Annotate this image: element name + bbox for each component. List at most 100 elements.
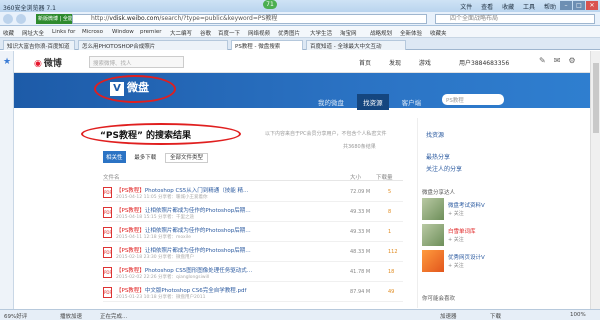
fav-item[interactable]: 全新体验 — [400, 29, 422, 37]
file-name-link[interactable]: 【PS教程】Photoshop CS5从入门到精通（技能 精… — [116, 186, 341, 194]
edit-icon[interactable]: ✎ — [539, 56, 546, 65]
gear-icon[interactable]: ⚙ — [568, 56, 575, 65]
menu-favorites[interactable]: 收藏 — [502, 4, 514, 11]
file-size: 49.33 M — [350, 229, 371, 235]
tab-photoshop[interactable]: 怎么用PHOTOSHOP合成照片 — [78, 40, 228, 50]
favorite-star-icon[interactable]: ★ — [3, 57, 11, 67]
status-accelerator[interactable]: 加速器 — [440, 312, 457, 320]
fav-item[interactable]: premier — [140, 29, 162, 35]
avatar[interactable] — [422, 198, 444, 220]
fav-item[interactable]: 战略规划 — [370, 29, 392, 37]
file-type-select[interactable]: 全部文件类型 — [165, 153, 209, 163]
user-name[interactable]: 白雪单词库 — [448, 227, 476, 235]
weibo-logo[interactable]: ◉ 微博 — [34, 56, 62, 69]
tab-bar: 知识大富吉你浪-百度知道 怎么用PHOTOSHOP合成照片 PS教程 - 微盘搜… — [0, 38, 600, 50]
results-panel: “PS教程” 的搜索结果 以下内容来自于PC会员分享用户，不包含个人私密文件 共… — [95, 118, 407, 308]
fav-item[interactable]: Microso — [82, 29, 103, 35]
tab-baidu-zhidao[interactable]: 知识大富吉你浪-百度知道 — [3, 40, 75, 50]
weibo-header: ◉ 微博 搜索微博、找人 首页 发现 游戏 用户3884683356 ✎ ✉ ⚙ — [14, 51, 600, 73]
browser-sidebar: ★ — [0, 51, 14, 309]
table-row[interactable]: PDF 【PS教程】Photoshop CS5图形图像处理任务驱动式… 2015… — [103, 264, 403, 282]
link-hot-shares[interactable]: 最热分享 — [426, 152, 450, 161]
filter-relevance[interactable]: 相关性 — [103, 151, 126, 163]
weibo-nav-discover[interactable]: 发现 — [389, 60, 401, 67]
mail-icon[interactable]: ✉ — [554, 56, 561, 65]
follow-button[interactable]: + 关注 — [448, 210, 464, 217]
pdf-icon: PDF — [103, 207, 112, 218]
link-followed-shares[interactable]: 关注人的分享 — [426, 164, 462, 173]
close-button[interactable]: ✕ — [586, 1, 598, 10]
fav-item[interactable]: 收藏 — [3, 29, 14, 37]
file-downloads: 112 — [388, 249, 398, 255]
weibo-nav-home[interactable]: 首页 — [359, 60, 371, 67]
fav-item[interactable]: 收藏夹 — [430, 29, 447, 37]
zoom-level[interactable]: 100% — [570, 312, 586, 318]
status-download[interactable]: 下载 — [490, 312, 501, 320]
back-icon[interactable] — [3, 14, 13, 24]
file-name-link[interactable]: 【PS教程】让相依照片都成为佳作的Photoshop后期… — [116, 226, 341, 234]
weibo-search-input[interactable]: 搜索微博、找人 — [89, 56, 184, 68]
vdisk-nav-client[interactable]: 客户端 — [396, 94, 428, 110]
menu-view[interactable]: 查看 — [481, 4, 493, 11]
avatar[interactable] — [422, 224, 444, 246]
file-name-link[interactable]: 【PS教程】让相依照片都成为佳作的Photoshop后期… — [116, 246, 341, 254]
file-size: 48.33 M — [350, 249, 371, 255]
user-name[interactable]: 微盘考试资料V — [448, 201, 485, 209]
file-name-link[interactable]: 【PS教程】Photoshop CS5图形图像处理任务驱动式… — [116, 266, 341, 274]
table-row[interactable]: PDF 【PS教程】让相依照片都成为佳作的Photoshop后期… 2015-0… — [103, 224, 403, 242]
file-name-link[interactable]: 【PS教程】中文版Photoshop CS6完全自学教程.pdf — [116, 286, 341, 294]
file-downloads: 1 — [388, 229, 392, 235]
user-card[interactable]: 优秀网页设计V + 关注 — [422, 250, 512, 274]
minimize-button[interactable]: – — [560, 1, 572, 10]
fav-item[interactable]: 谷歌 — [200, 29, 211, 37]
maximize-button[interactable]: □ — [573, 1, 585, 10]
col-size: 大小 — [350, 175, 362, 181]
favorites-bar: 收藏 网址大全 Links for Microso Window premier… — [0, 26, 600, 38]
fav-item[interactable]: 大二编写 — [170, 29, 192, 37]
fav-item[interactable]: 百度一下 — [218, 29, 240, 37]
address-bar[interactable]: http://vdisk.weibo.com/search/?type=publ… — [72, 14, 427, 24]
file-name-link[interactable]: 【PS教程】让相依照片都成为佳作的Photoshop后期… — [116, 206, 341, 214]
fav-item[interactable]: 大学生活 — [310, 29, 332, 37]
url-path: /search/?type=public&keyword=PS教程 — [159, 15, 278, 22]
results-count: 共3680条结果 — [343, 144, 376, 150]
scrollbar-thumb[interactable] — [593, 63, 599, 133]
table-row[interactable]: PDF 【PS教程】中文版Photoshop CS6完全自学教程.pdf 201… — [103, 284, 403, 302]
menu-file[interactable]: 文件 — [460, 4, 472, 11]
status-accelerate[interactable]: 播放加速 — [60, 312, 82, 320]
status-rating[interactable]: 69%好评 — [4, 312, 27, 320]
file-downloads: 18 — [388, 269, 395, 275]
file-downloads: 49 — [388, 289, 395, 295]
vdisk-nav-mydisk[interactable]: 我的微盘 — [312, 94, 350, 110]
file-meta: 2015-04-12 11:05 分享者：暖城小王爱着你 — [116, 195, 208, 200]
weibo-nav-games[interactable]: 游戏 — [419, 60, 431, 67]
page-scrollbar[interactable] — [590, 51, 600, 309]
weibo-username[interactable]: 用户3884683356 — [459, 58, 509, 67]
menu-tools[interactable]: 工具 — [523, 4, 535, 11]
user-card[interactable]: 白雪单词库 + 关注 — [422, 224, 512, 248]
address-tag[interactable]: 新版微博 | 全能 — [36, 14, 75, 24]
tab-vdisk-search[interactable]: PS教程 - 微盘搜索 — [231, 40, 303, 50]
filter-most-downloads[interactable]: 最多下载 — [131, 151, 159, 163]
user-name[interactable]: 优秀网页设计V — [448, 253, 485, 261]
table-row[interactable]: PDF 【PS教程】让相依照片都成为佳作的Photoshop后期… 2015-0… — [103, 204, 403, 222]
table-row[interactable]: PDF 【PS教程】Photoshop CS5从入门到精通（技能 精… 2015… — [103, 184, 403, 202]
table-row[interactable]: PDF 【PS教程】让相依照片都成为佳作的Photoshop后期… 2015-0… — [103, 244, 403, 262]
browser-search-input[interactable]: 四个全面战略布局 — [435, 14, 595, 24]
menu-help[interactable]: 帮助 — [544, 4, 556, 11]
fav-item[interactable]: Window — [112, 29, 134, 35]
fav-item[interactable]: Links for — [52, 29, 75, 35]
fav-item[interactable]: 淘宝网 — [340, 29, 357, 37]
avatar[interactable] — [422, 250, 444, 272]
fav-item[interactable]: 网址大全 — [22, 29, 44, 37]
tab-zhidao[interactable]: 百度知道 - 全球最大中文互动 — [306, 40, 406, 50]
follow-button[interactable]: + 关注 — [448, 262, 464, 269]
follow-button[interactable]: + 关注 — [448, 236, 464, 243]
forward-icon[interactable] — [16, 14, 26, 24]
vdisk-search-input[interactable]: PS教程 — [442, 94, 504, 105]
user-card[interactable]: 微盘考试资料V + 关注 — [422, 198, 512, 222]
fav-item[interactable]: 优秀图片 — [278, 29, 300, 37]
vdisk-nav-find[interactable]: 找资源 — [357, 94, 389, 110]
link-find-resources[interactable]: 找资源 — [426, 130, 444, 139]
fav-item[interactable]: 网络视频 — [248, 29, 270, 37]
